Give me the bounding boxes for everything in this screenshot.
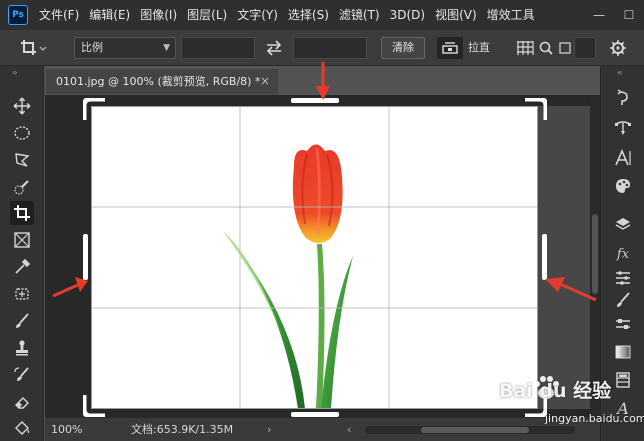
document-size: 文档:653.9K/1.35M [131,423,234,436]
status-bar: 100% 文档:653.9K/1.35M › ‹ [45,417,600,441]
zoom-level[interactable]: 100% [51,422,91,438]
horizontal-scroll-thumb[interactable] [421,427,529,433]
scroll-left-arrow[interactable]: ‹ [347,418,351,441]
red-arrows-annotation [52,62,597,302]
horizontal-scrollbar[interactable] [365,426,575,434]
status-menu-arrow[interactable]: › [267,418,271,441]
